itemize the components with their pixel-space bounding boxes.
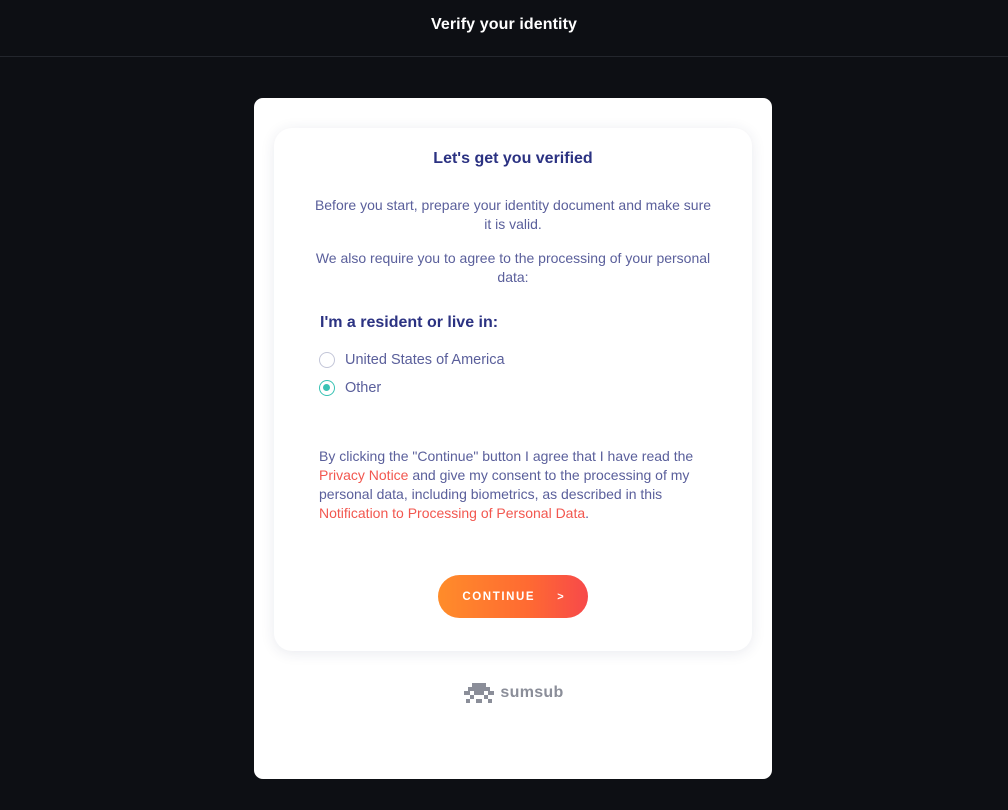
- sumsub-logo-icon: [464, 683, 495, 703]
- processing-notification-link[interactable]: Notification to Processing of Personal D…: [319, 505, 585, 521]
- consent-text: By clicking the "Continue" button I agre…: [319, 447, 709, 523]
- card-title: Let's get you verified: [433, 150, 593, 167]
- residence-label: I'm a resident or live in:: [320, 314, 499, 331]
- radio-label-other[interactable]: Other: [345, 380, 381, 396]
- brand-name: sumsub: [500, 684, 564, 701]
- verification-card: Let's get you verified Before you start,…: [274, 128, 752, 651]
- consent-request-text: We also require you to agree to the proc…: [315, 250, 711, 285]
- radio-option-usa[interactable]: United States of America: [319, 352, 505, 368]
- consent-text-part1: By clicking the "Continue" button I agre…: [319, 448, 694, 464]
- radio-button-other[interactable]: [319, 380, 335, 396]
- top-bar: Verify your identity: [0, 0, 1008, 57]
- radio-option-other[interactable]: Other: [319, 380, 381, 396]
- privacy-notice-link[interactable]: Privacy Notice: [319, 467, 408, 483]
- radio-label-usa[interactable]: United States of America: [345, 352, 505, 368]
- intro-text: Before you start, prepare your identity …: [314, 197, 712, 232]
- chevron-right-icon: >: [557, 590, 564, 603]
- radio-button-usa[interactable]: [319, 352, 335, 368]
- brand-footer: sumsub: [254, 681, 772, 705]
- consent-text-part3: .: [585, 505, 590, 521]
- continue-button-label: CONTINUE: [462, 590, 536, 603]
- page-title: Verify your identity: [430, 16, 578, 33]
- continue-button[interactable]: CONTINUE >: [438, 575, 588, 618]
- verification-panel: Let's get you verified Before you start,…: [254, 98, 772, 779]
